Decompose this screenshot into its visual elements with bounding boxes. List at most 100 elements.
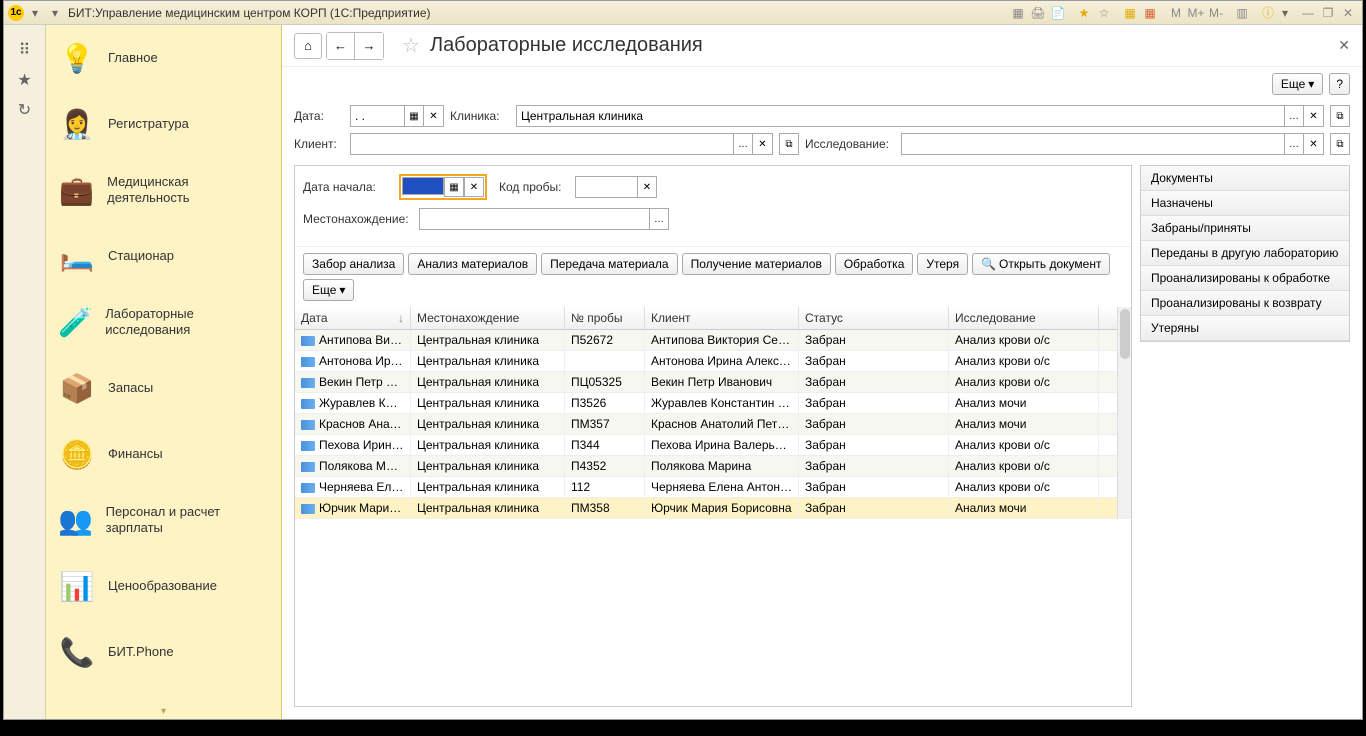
side-item-to-process[interactable]: Проанализированы к обработке bbox=[1141, 266, 1349, 291]
tb-calc-icon[interactable]: ▦ bbox=[1121, 4, 1139, 22]
sidebar-scroll-down-icon[interactable]: ▾ bbox=[161, 706, 166, 717]
tb-doc-icon[interactable]: 📄 bbox=[1049, 4, 1067, 22]
sidebar-item-main[interactable]: 💡 Главное bbox=[46, 25, 281, 91]
process-button[interactable]: Обработка bbox=[835, 253, 914, 275]
study-input[interactable] bbox=[901, 133, 1284, 155]
sidebar-item-lab[interactable]: 🧪 Лабораторные исследования bbox=[46, 289, 281, 355]
maximize-icon[interactable]: ❐ bbox=[1319, 4, 1337, 22]
col-location[interactable]: Местонахождение bbox=[411, 307, 565, 329]
transfer-button[interactable]: Передача материала bbox=[541, 253, 677, 275]
actions-more-button[interactable]: Еще ▾ bbox=[303, 279, 354, 301]
tb-m-icon[interactable]: M bbox=[1167, 4, 1185, 22]
favorite-icon[interactable]: ☆ bbox=[402, 33, 420, 58]
col-study[interactable]: Исследование bbox=[949, 307, 1099, 329]
receive-button[interactable]: Получение материалов bbox=[682, 253, 831, 275]
tb-panels-icon[interactable]: ▥ bbox=[1233, 4, 1251, 22]
table-row[interactable]: Журавлев Кон...Центральная клиникаП3526Ж… bbox=[295, 393, 1117, 414]
code-label: Код пробы: bbox=[499, 180, 569, 194]
tb-info-dd[interactable]: ▾ bbox=[1278, 6, 1292, 20]
app-menu-dropdown2[interactable]: ▾ bbox=[48, 6, 62, 20]
more-button[interactable]: Еще ▾ bbox=[1272, 73, 1323, 95]
table-row[interactable]: Юрчик Мария Б...Центральная клиникаПМ358… bbox=[295, 498, 1117, 519]
side-item-transferred[interactable]: Переданы в другую лабораторию bbox=[1141, 241, 1349, 266]
start-date-picker-icon[interactable]: ▦ bbox=[444, 177, 464, 197]
sidebar-item-finance[interactable]: 🪙 Финансы bbox=[46, 421, 281, 487]
side-item-lost[interactable]: Утеряны bbox=[1141, 316, 1349, 341]
code-clear-icon[interactable]: ✕ bbox=[637, 176, 657, 198]
sidebar-item-registry[interactable]: 👩‍⚕️ Регистратура bbox=[46, 91, 281, 157]
sidebar-item-pricing[interactable]: 📊 Ценообразование bbox=[46, 553, 281, 619]
tb-info-icon[interactable]: ⓘ bbox=[1259, 4, 1277, 22]
forward-button[interactable]: → bbox=[355, 33, 383, 59]
clinic-clear-icon[interactable]: ✕ bbox=[1304, 105, 1324, 127]
chart-icon: 📊 bbox=[56, 565, 98, 607]
side-item-documents[interactable]: Документы bbox=[1141, 166, 1349, 191]
tb-history-icon[interactable]: ☆ bbox=[1095, 4, 1113, 22]
sidebar-item-phone[interactable]: 📞 БИТ.Phone bbox=[46, 619, 281, 685]
clinic-open-icon[interactable]: ⧉ bbox=[1330, 105, 1350, 127]
code-input[interactable] bbox=[575, 176, 637, 198]
close-icon[interactable]: ✕ bbox=[1339, 4, 1357, 22]
study-clear-icon[interactable]: ✕ bbox=[1304, 133, 1324, 155]
date-clear-icon[interactable]: ✕ bbox=[424, 105, 444, 127]
client-input[interactable] bbox=[350, 133, 733, 155]
sidebar-item-stock[interactable]: 📦 Запасы bbox=[46, 355, 281, 421]
study-open-icon[interactable]: ⧉ bbox=[1330, 133, 1350, 155]
home-button[interactable]: ⌂ bbox=[294, 33, 322, 59]
col-date[interactable]: Дата↓ bbox=[295, 307, 411, 329]
tb-calendar-icon[interactable]: ▦ bbox=[1141, 4, 1159, 22]
window-title: БИТ:Управление медицинским центром КОРП … bbox=[68, 6, 431, 20]
clinic-input[interactable] bbox=[516, 105, 1284, 127]
sidebar-item-label: Главное bbox=[108, 50, 158, 66]
client-select-icon[interactable]: … bbox=[733, 133, 753, 155]
clinic-select-icon[interactable]: … bbox=[1284, 105, 1304, 127]
sidebar-item-label: Медицинская деятельность bbox=[107, 174, 271, 205]
tb-print-icon[interactable]: 🖨 bbox=[1029, 4, 1047, 22]
box-icon: 📦 bbox=[56, 367, 98, 409]
table-row[interactable]: Черняева Елен...Центральная клиника112Че… bbox=[295, 477, 1117, 498]
side-item-taken[interactable]: Забраны/приняты bbox=[1141, 216, 1349, 241]
tb-icon-1[interactable]: ▦ bbox=[1009, 4, 1027, 22]
sidebar-item-label: БИТ.Phone bbox=[108, 644, 174, 660]
vertical-scrollbar[interactable] bbox=[1117, 307, 1131, 519]
location-select-icon[interactable]: … bbox=[649, 208, 669, 230]
study-select-icon[interactable]: … bbox=[1284, 133, 1304, 155]
take-button[interactable]: Забор анализа bbox=[303, 253, 404, 275]
sidebar-item-hospital[interactable]: 🛏️ Стационар bbox=[46, 223, 281, 289]
tb-mplus-icon[interactable]: M+ bbox=[1187, 4, 1205, 22]
client-clear-icon[interactable]: ✕ bbox=[753, 133, 773, 155]
col-client[interactable]: Клиент bbox=[645, 307, 799, 329]
page-close-icon[interactable]: ✕ bbox=[1338, 37, 1350, 54]
side-item-to-return[interactable]: Проанализированы к возврату bbox=[1141, 291, 1349, 316]
star-icon[interactable]: ★ bbox=[12, 67, 38, 93]
sidebar-item-medical[interactable]: 💼 Медицинская деятельность bbox=[46, 157, 281, 223]
titlebar: 1c ▾ ▾ БИТ:Управление медицинским центро… bbox=[4, 1, 1362, 25]
client-open-icon[interactable]: ⧉ bbox=[779, 133, 799, 155]
col-code[interactable]: № пробы bbox=[565, 307, 645, 329]
app-menu-dropdown[interactable]: ▾ bbox=[28, 6, 42, 20]
location-input[interactable] bbox=[419, 208, 649, 230]
table-row[interactable]: Полякова Мар...Центральная клиникаП4352П… bbox=[295, 456, 1117, 477]
table-row[interactable]: Антонова Ирин...Центральная клиникаАнтон… bbox=[295, 351, 1117, 372]
analyze-button[interactable]: Анализ материалов bbox=[408, 253, 537, 275]
tb-mminus-icon[interactable]: M- bbox=[1207, 4, 1225, 22]
col-status[interactable]: Статус bbox=[799, 307, 949, 329]
apps-icon[interactable]: ⠿ bbox=[12, 37, 38, 63]
open-doc-button[interactable]: 🔍Открыть документ bbox=[972, 253, 1110, 275]
tb-fav-icon[interactable]: ★ bbox=[1075, 4, 1093, 22]
start-date-clear-icon[interactable]: ✕ bbox=[464, 177, 484, 197]
table-row[interactable]: Векин Петр Ив...Центральная клиникаПЦ053… bbox=[295, 372, 1117, 393]
minimize-icon[interactable]: — bbox=[1299, 4, 1317, 22]
date-picker-icon[interactable]: ▦ bbox=[404, 105, 424, 127]
table-row[interactable]: Антипова Викт...Центральная клиникаП5267… bbox=[295, 330, 1117, 351]
back-button[interactable]: ← bbox=[327, 33, 355, 59]
date-input[interactable] bbox=[350, 105, 404, 127]
table-row[interactable]: Краснов Анато...Центральная клиникаПМ357… bbox=[295, 414, 1117, 435]
lose-button[interactable]: Утеря bbox=[917, 253, 968, 275]
history-rail-icon[interactable]: ↻ bbox=[12, 97, 38, 123]
help-button[interactable]: ? bbox=[1329, 73, 1350, 95]
start-date-input[interactable] bbox=[402, 177, 444, 195]
sidebar-item-hr[interactable]: 👥 Персонал и расчет зарплаты bbox=[46, 487, 281, 553]
table-row[interactable]: Пехова Ирина ...Центральная клиникаП344П… bbox=[295, 435, 1117, 456]
side-item-assigned[interactable]: Назначены bbox=[1141, 191, 1349, 216]
